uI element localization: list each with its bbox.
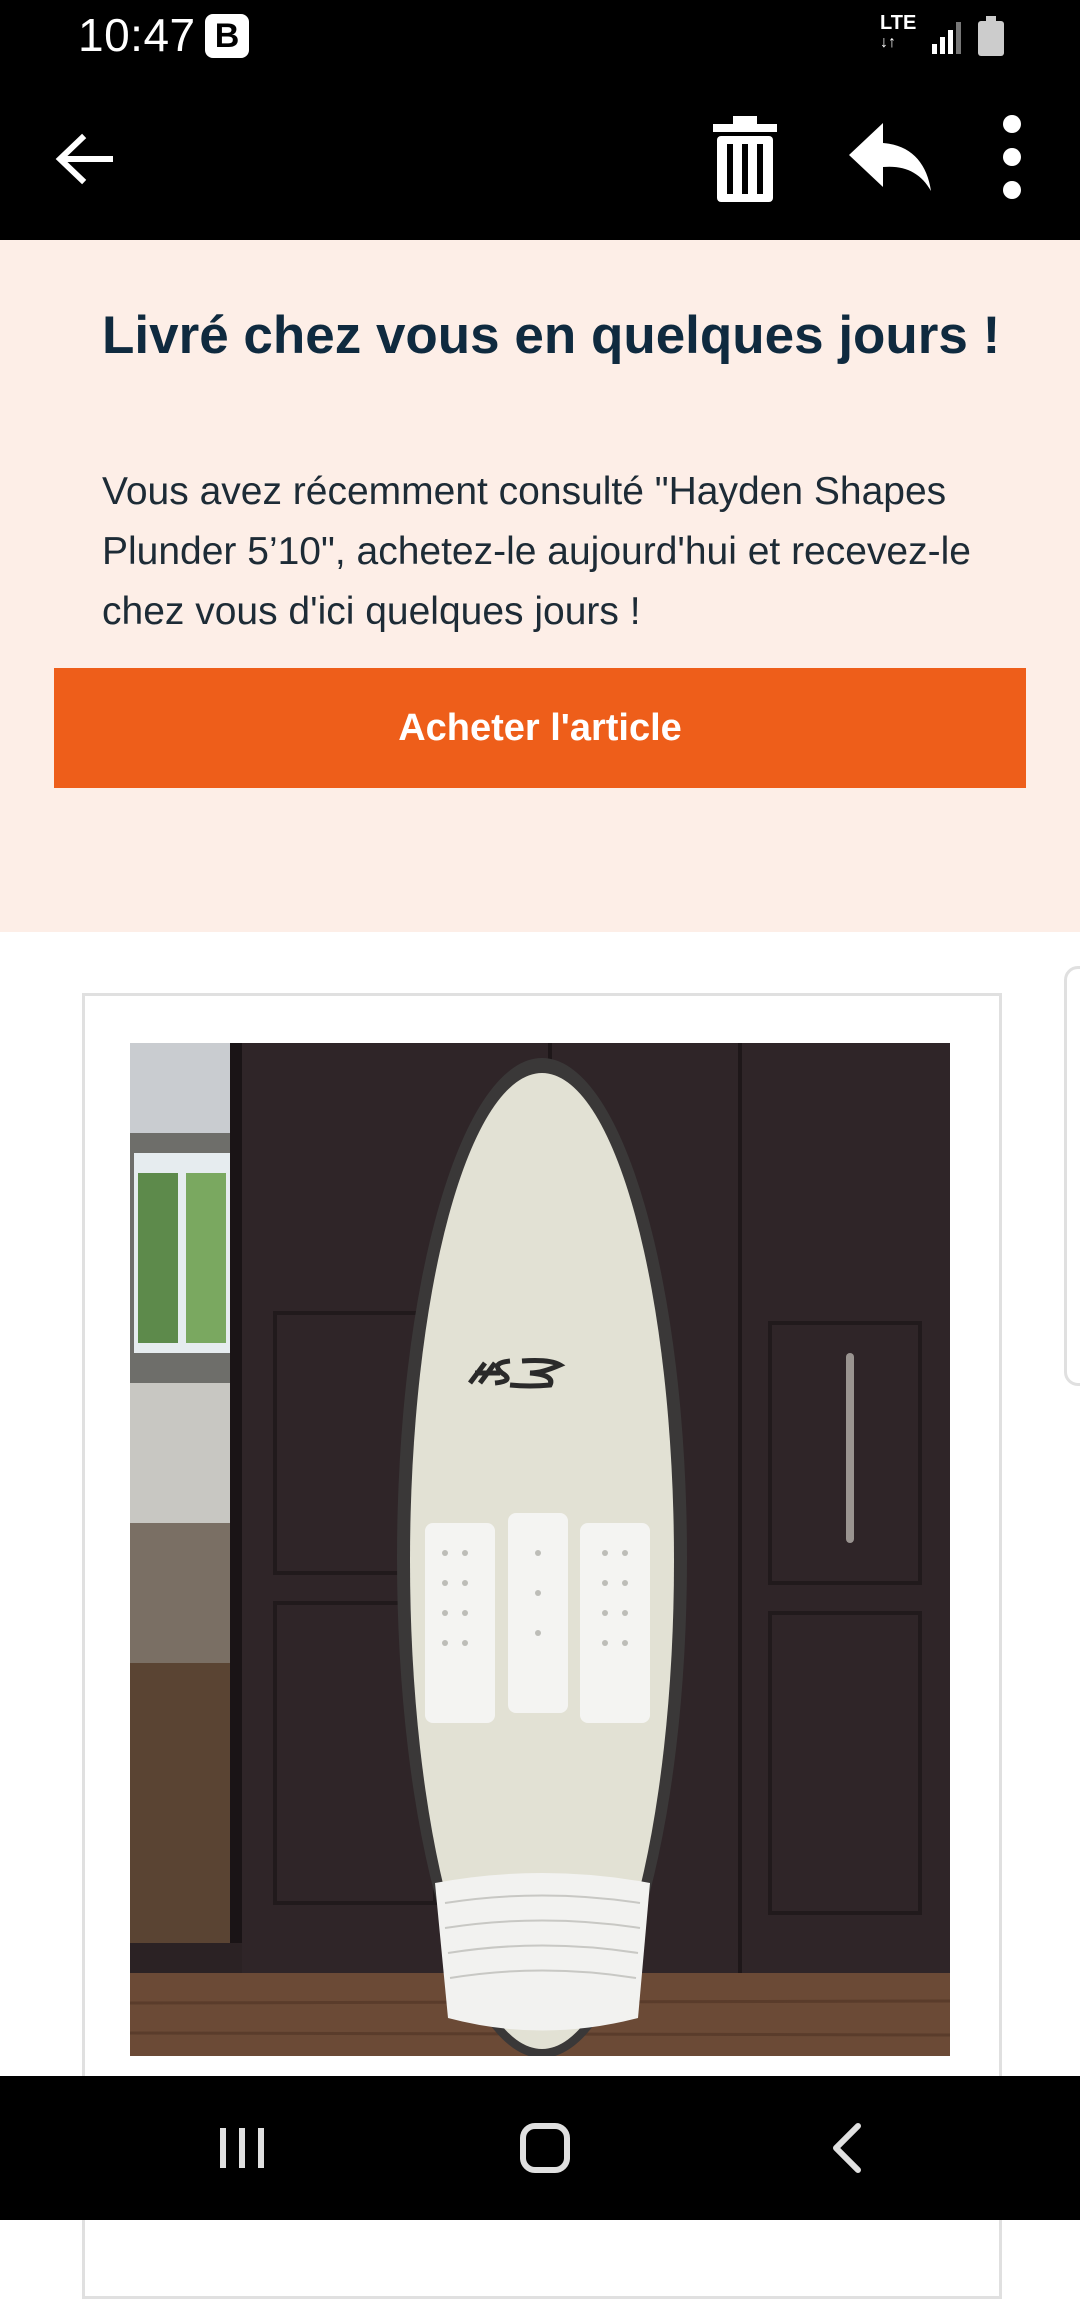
buy-item-button[interactable]: Acheter l'article bbox=[54, 668, 1026, 788]
notification-badge: B bbox=[205, 14, 249, 58]
lte-icon: LTE ↓↑ bbox=[880, 12, 917, 51]
back-icon[interactable] bbox=[778, 2076, 918, 2220]
back-arrow-icon[interactable] bbox=[50, 124, 120, 194]
app-bar bbox=[0, 72, 1080, 240]
more-vert-icon[interactable] bbox=[990, 112, 1034, 202]
network-label: LTE bbox=[880, 12, 917, 34]
promo-title: Livré chez vous en quelques jours ! bbox=[102, 306, 1001, 365]
battery-icon bbox=[978, 16, 1004, 56]
signal-icon bbox=[932, 22, 961, 54]
status-bar: 10:47 B LTE ↓↑ bbox=[0, 0, 1080, 72]
next-product-card-edge[interactable] bbox=[1064, 966, 1080, 1386]
home-icon[interactable] bbox=[475, 2076, 615, 2220]
promo-banner: Livré chez vous en quelques jours ! Vous… bbox=[0, 240, 1080, 932]
promo-body: Vous avez récemment consulté "Hayden Sha… bbox=[102, 470, 971, 633]
recent-apps-icon[interactable] bbox=[172, 2076, 312, 2220]
surfboard-photo[interactable] bbox=[130, 1043, 950, 2056]
trash-icon[interactable] bbox=[705, 114, 785, 204]
reply-icon[interactable] bbox=[845, 117, 935, 197]
clock: 10:47 bbox=[78, 9, 196, 61]
system-nav-bar bbox=[0, 2076, 1080, 2220]
